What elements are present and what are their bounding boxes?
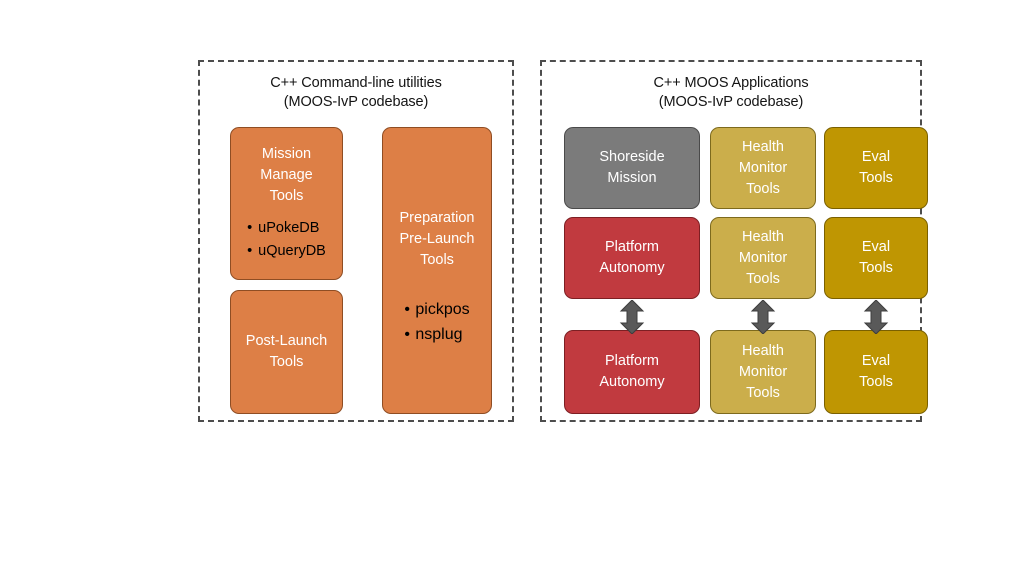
node-eval-tools-row1-label: Eval Tools (859, 149, 893, 186)
node-health-monitor-tools-row2[interactable]: Health Monitor Tools (710, 217, 816, 299)
node-eval-tools-row2-label: Eval Tools (859, 239, 893, 276)
list-item: nsplug (404, 322, 469, 347)
double-arrow-vertical-icon-eval (863, 300, 889, 334)
node-platform-autonomy-row3-label: Platform Autonomy (599, 353, 665, 390)
list-item: pickpos (404, 297, 469, 322)
double-arrow-vertical-icon-health (750, 300, 776, 334)
node-eval-tools-row3[interactable]: Eval Tools (824, 330, 928, 414)
node-health-monitor-tools-row3-label: Health Monitor Tools (738, 342, 788, 401)
panel-right-title: C++ MOOS Applications (MOOS-IvP codebase… (653, 75, 809, 110)
node-health-monitor-tools-row2-label: Health Monitor Tools (738, 228, 788, 287)
node-eval-tools-row3-label: Eval Tools (859, 353, 893, 390)
node-shoreside-mission-label: Shoreside Mission (599, 149, 665, 186)
mission-manage-tools-bullets: uPokeDB uQueryDB (247, 217, 326, 263)
node-eval-tools-row1[interactable]: Eval Tools (824, 127, 928, 209)
panel-cpp-command-line-utilities: C++ Command-line utilities (MOOS-IvP cod… (198, 60, 514, 422)
double-arrow-vertical-icon-platform (619, 300, 645, 334)
node-preparation-pre-launch-tools-label: Preparation Pre-Launch Tools (399, 210, 475, 268)
node-mission-manage-tools-label: Mission Manage Tools (260, 146, 313, 204)
node-platform-autonomy-row2-label: Platform Autonomy (599, 239, 665, 276)
node-post-launch-tools-label: Post-Launch Tools (245, 333, 328, 370)
node-preparation-pre-launch-tools[interactable]: Preparation Pre-Launch Tools pickpos nsp… (382, 127, 492, 414)
node-platform-autonomy-row2[interactable]: Platform Autonomy (564, 217, 700, 299)
node-health-monitor-tools-row1-label: Health Monitor Tools (738, 138, 788, 197)
node-mission-manage-tools[interactable]: Mission Manage Tools uPokeDB uQueryDB (230, 127, 343, 280)
node-eval-tools-row2[interactable]: Eval Tools (824, 217, 928, 299)
node-health-monitor-tools-row3[interactable]: Health Monitor Tools (710, 330, 816, 414)
node-health-monitor-tools-row1[interactable]: Health Monitor Tools (710, 127, 816, 209)
panel-left-title: C++ Command-line utilities (MOOS-IvP cod… (270, 75, 442, 110)
panel-cpp-moos-applications: C++ MOOS Applications (MOOS-IvP codebase… (540, 60, 928, 422)
preparation-pre-launch-tools-bullets: pickpos nsplug (404, 297, 469, 347)
node-shoreside-mission[interactable]: Shoreside Mission (564, 127, 700, 209)
node-platform-autonomy-row3[interactable]: Platform Autonomy (564, 330, 700, 414)
list-item: uQueryDB (247, 240, 326, 263)
node-post-launch-tools[interactable]: Post-Launch Tools (230, 290, 343, 414)
list-item: uPokeDB (247, 217, 326, 240)
